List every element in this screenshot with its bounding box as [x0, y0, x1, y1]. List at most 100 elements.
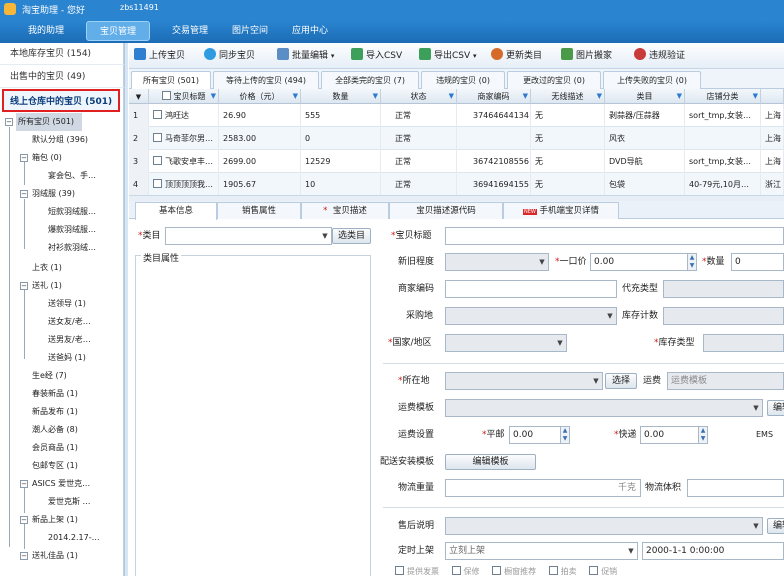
warranty-checkbox[interactable]: [451, 566, 461, 575]
row-title[interactable]: 鸿旺达: [149, 104, 219, 127]
country-select[interactable]: [445, 334, 567, 352]
tab-changed[interactable]: 更改过的宝贝 (0): [507, 71, 601, 89]
tree-node-gift-parents[interactable]: 送爸妈 (1): [48, 349, 86, 367]
tree-node-asics[interactable]: ASICS 爱世克…: [32, 475, 90, 493]
tab-waiting[interactable]: 等待上传的宝贝 (494): [213, 71, 319, 89]
tree-collapse-icon[interactable]: −: [20, 282, 28, 290]
row-checkbox[interactable]: [153, 133, 162, 142]
table-row[interactable]: 3 飞歌安卓丰… 2699.00 12529 正常 36742108556 无 …: [129, 150, 784, 173]
update-category-button[interactable]: 更新类目: [491, 48, 542, 64]
upload-button[interactable]: 上传宝贝: [134, 48, 185, 64]
batch-edit-button[interactable]: 批量编辑 ▾: [277, 48, 334, 64]
nav-local-stock[interactable]: 本地库存宝贝 (154): [0, 43, 124, 65]
tab-violation[interactable]: 违规的宝贝 (0): [421, 71, 505, 89]
purchase-place-select[interactable]: [445, 307, 617, 325]
after-sale-select[interactable]: [445, 517, 763, 535]
import-csv-button[interactable]: 导入CSV: [351, 48, 402, 64]
volume-input[interactable]: [687, 479, 784, 497]
tree-node-shirt-down[interactable]: 衬衫款羽绒…: [48, 239, 96, 257]
nav-on-sale[interactable]: 出售中的宝贝 (49): [0, 66, 124, 88]
express-stepper[interactable]: ▲ ▼: [698, 427, 707, 443]
tree-node-trendy[interactable]: 潮人必备 (8): [32, 421, 78, 439]
tree-node-new-arrival[interactable]: 新品上架 (1): [32, 511, 78, 529]
grid-header-shop-category[interactable]: 店铺分类 ▼: [685, 89, 761, 104]
choose-category-button[interactable]: 选类目: [332, 228, 371, 244]
tab-description-source[interactable]: 宝贝描述源代码: [389, 202, 503, 219]
row-title[interactable]: 飞歌安卓丰…: [149, 150, 219, 173]
tab-basic-info[interactable]: 基本信息: [135, 202, 217, 220]
tree-collapse-icon[interactable]: −: [20, 516, 28, 524]
stock-type-select[interactable]: [703, 334, 784, 352]
menu-my-assistant[interactable]: 我的助理: [14, 21, 78, 41]
weight-input[interactable]: 千克: [445, 479, 641, 497]
choose-location-button[interactable]: 选择: [605, 373, 637, 389]
stock-count-select[interactable]: [663, 307, 784, 325]
price-input[interactable]: 0.00: [590, 253, 697, 271]
timed-select[interactable]: 立刻上架: [445, 542, 638, 560]
price-stepper[interactable]: ▲ ▼: [687, 254, 696, 270]
promotion-checkbox[interactable]: [589, 566, 599, 575]
tree-node-gift[interactable]: 送礼 (1): [32, 277, 62, 295]
tree-node-hot-down[interactable]: 爆款羽绒服…: [48, 221, 96, 239]
tree-node-member[interactable]: 会员商品 (1): [32, 439, 78, 457]
menu-item-management[interactable]: 宝贝管理: [86, 21, 150, 41]
tree-node-party-bag[interactable]: 宴会包、手…: [48, 167, 96, 185]
window-recommend-checkbox[interactable]: [492, 566, 502, 575]
tree-node-new-release[interactable]: 新品发布 (1): [32, 403, 78, 421]
tree-collapse-icon[interactable]: −: [20, 480, 28, 488]
tree-node-free-shipping[interactable]: 包邮专区 (1): [32, 457, 78, 475]
freight-template-input[interactable]: 运费模板: [667, 372, 784, 390]
row-checkbox[interactable]: [153, 110, 162, 119]
tab-sale-attributes[interactable]: 销售属性: [217, 202, 301, 219]
quantity-input[interactable]: 0: [731, 253, 784, 271]
panel-splitter[interactable]: [124, 43, 128, 576]
grid-header-location[interactable]: [761, 89, 784, 104]
title-input[interactable]: [445, 227, 784, 245]
tree-collapse-icon[interactable]: −: [5, 118, 13, 126]
auction-checkbox[interactable]: [548, 566, 558, 575]
tab-failed[interactable]: 上传失败的宝贝 (0): [603, 71, 701, 89]
edit-template-button[interactable]: 编辑模板: [445, 454, 536, 470]
tree-node-asics-sub[interactable]: 爱世克斯 …: [48, 493, 91, 511]
tree-node-gift-boyfriend[interactable]: 送男友/老…: [48, 331, 91, 349]
grid-header-status[interactable]: 状态 ▼: [381, 89, 457, 104]
tree-node-gift-best[interactable]: 送礼佳品 (1): [32, 547, 78, 565]
export-csv-button[interactable]: 导出CSV ▾: [419, 48, 477, 64]
timed-date-input[interactable]: 2000-1-1 0:00:00: [642, 542, 784, 560]
table-row[interactable]: 4 顶顶顶顶我… 1905.67 10 正常 36941694155 无 包袋 …: [129, 173, 784, 195]
tab-description[interactable]: * 宝贝描述: [301, 202, 389, 219]
row-checkbox[interactable]: [153, 179, 162, 188]
menu-image-space[interactable]: 图片空间: [218, 21, 282, 41]
invoice-checkbox[interactable]: [395, 566, 404, 575]
menu-app-center[interactable]: 应用中心: [278, 21, 342, 41]
location-select[interactable]: [445, 372, 603, 390]
grid-header-code[interactable]: 商家编码 ▼: [457, 89, 531, 104]
tree-node-gift-girlfriend[interactable]: 送女友/老…: [48, 313, 91, 331]
row-title[interactable]: 顶顶顶顶我…: [149, 173, 219, 195]
normal-mail-stepper[interactable]: ▲ ▼: [560, 427, 569, 443]
tab-all[interactable]: 所有宝贝 (501): [131, 71, 211, 90]
violation-check-button[interactable]: 违规验证: [634, 48, 685, 64]
grid-header-category[interactable]: 类目 ▼: [605, 89, 685, 104]
tree-node-gift-leader[interactable]: 送领导 (1): [48, 295, 86, 313]
nav-online-warehouse[interactable]: 线上仓库中的宝贝 (501): [2, 89, 120, 112]
select-all-checkbox[interactable]: [161, 91, 171, 100]
tree-node-down-coat[interactable]: 羽绒服 (39): [32, 185, 75, 203]
tree-node-default[interactable]: 默认分组 (396): [32, 131, 88, 149]
tree-node-date[interactable]: 2014.2.17-…: [48, 529, 100, 547]
row-checkbox[interactable]: [153, 156, 162, 165]
tree-node-all[interactable]: 所有宝贝 (501): [16, 113, 82, 131]
tree-node-sheng-e-jing[interactable]: 生e经 (7): [32, 367, 67, 385]
table-row[interactable]: 1 鸿旺达 26.90 555 正常 37464644134 无 剥蒜器/压蒜器…: [129, 104, 784, 127]
grid-header-qty[interactable]: 数量 ▼: [301, 89, 381, 104]
tree-node-top[interactable]: 上衣 (1): [32, 259, 62, 277]
grid-header-title[interactable]: 宝贝标题 ▼: [149, 89, 219, 104]
code-type-select[interactable]: [663, 280, 784, 298]
menu-trade-management[interactable]: 交易管理: [158, 21, 222, 41]
category-select[interactable]: [165, 227, 332, 245]
tree-collapse-icon[interactable]: −: [20, 154, 28, 162]
newness-select[interactable]: [445, 253, 549, 271]
freight-template-select[interactable]: [445, 399, 763, 417]
grid-header-wireless[interactable]: 无线描述 ▼: [531, 89, 605, 104]
tree-node-bags[interactable]: 箱包 (0): [32, 149, 62, 167]
